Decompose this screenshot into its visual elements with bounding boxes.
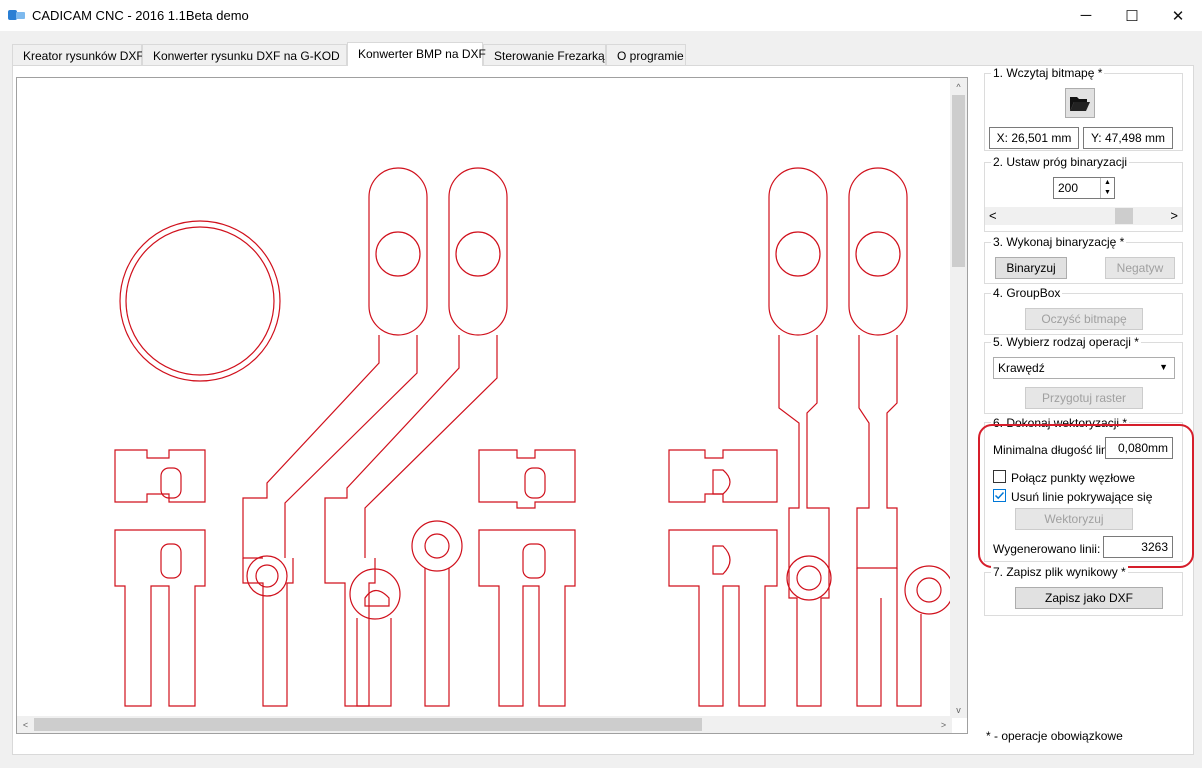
title-bar: CADICAM CNC - 2016 1.1Beta demo ─ ☐ ✕ — [0, 0, 1202, 31]
scroll-up-arrow-icon[interactable]: ^ — [950, 78, 967, 95]
folder-open-icon — [1070, 97, 1090, 111]
threshold-slider[interactable]: < > — [985, 207, 1182, 225]
group-load-bitmap: 1. Wczytaj bitmapę * X: 26,501 mm Y: 47,… — [984, 66, 1183, 151]
slider-right-arrow-icon[interactable]: > — [1170, 208, 1178, 223]
threshold-spinner[interactable]: 200 ▲ ▼ — [1053, 177, 1115, 199]
group-title-step4: 4. GroupBox — [991, 286, 1063, 300]
vertical-scrollbar[interactable]: ^ v — [950, 78, 967, 718]
prepare-raster-button[interactable]: Przygotuj raster — [1025, 387, 1143, 409]
slider-thumb[interactable] — [1115, 208, 1133, 224]
vertical-scroll-thumb[interactable] — [952, 95, 965, 267]
horizontal-scrollbar[interactable]: < > — [17, 716, 952, 733]
group-groupbox: 4. GroupBox Oczyść bitmapę — [984, 286, 1183, 335]
x-coordinate-field: X: 26,501 mm — [989, 127, 1079, 149]
tab-bmp-to-dxf[interactable]: Konwerter BMP na DXF — [347, 42, 486, 66]
tab-dxf-creator[interactable]: Kreator rysunków DXF — [12, 44, 144, 66]
group-title-step7: 7. Zapisz plik wynikowy * — [991, 565, 1128, 579]
spinner-arrows-icon[interactable]: ▲ ▼ — [1100, 178, 1114, 198]
close-button[interactable]: ✕ — [1155, 0, 1201, 31]
minimize-button[interactable]: ─ — [1063, 0, 1109, 31]
threshold-value: 200 — [1058, 181, 1079, 195]
window-title: CADICAM CNC - 2016 1.1Beta demo — [32, 8, 249, 23]
scroll-left-arrow-icon[interactable]: < — [17, 716, 34, 733]
binarize-button[interactable]: Binaryzuj — [995, 257, 1067, 279]
operation-selected-value: Krawędź — [998, 361, 1045, 375]
slider-left-arrow-icon[interactable]: < — [989, 208, 997, 223]
cadicam-logo-icon — [8, 10, 25, 20]
group-operation: 5. Wybierz rodzaj operacji * Krawędź ▼ P… — [984, 335, 1183, 414]
group-title-step5: 5. Wybierz rodzaj operacji * — [991, 335, 1141, 349]
tab-machine-control[interactable]: Sterowanie Frezarką — [483, 44, 606, 66]
group-save: 7. Zapisz plik wynikowy * Zapisz jako DX… — [984, 565, 1183, 616]
group-title-step3: 3. Wykonaj binaryzację * — [991, 235, 1127, 249]
y-coordinate-field: Y: 47,498 mm — [1083, 127, 1173, 149]
scroll-down-arrow-icon[interactable]: v — [950, 701, 967, 718]
tab-about[interactable]: O programie — [606, 44, 686, 66]
group-threshold: 2. Ustaw próg binaryzacji 200 ▲ ▼ < > — [984, 155, 1183, 232]
group-binarize: 3. Wykonaj binaryzację * Binaryzuj Negat… — [984, 235, 1183, 284]
group-title-step2: 2. Ustaw próg binaryzacji — [991, 155, 1130, 169]
group-title-step1: 1. Wczytaj bitmapę * — [991, 66, 1105, 80]
clear-bitmap-button[interactable]: Oczyść bitmapę — [1025, 308, 1143, 330]
tab-dxf-to-gcode[interactable]: Konwerter rysunku DXF na G-KOD — [142, 44, 347, 66]
chevron-down-icon[interactable]: ▼ — [1159, 362, 1168, 372]
drawing-canvas[interactable]: ^ v < > — [16, 77, 968, 734]
maximize-button[interactable]: ☐ — [1109, 0, 1155, 31]
red-highlight-annotation — [978, 424, 1194, 568]
horizontal-scroll-thumb[interactable] — [34, 718, 702, 731]
operation-select[interactable]: Krawędź ▼ — [993, 357, 1175, 379]
pcb-vector-drawing — [114, 167, 952, 707]
open-bitmap-button[interactable] — [1065, 88, 1095, 118]
scroll-right-arrow-icon[interactable]: > — [935, 716, 952, 733]
negative-button[interactable]: Negatyw — [1105, 257, 1175, 279]
save-dxf-button[interactable]: Zapisz jako DXF — [1015, 587, 1163, 609]
mandatory-footnote: * - operacje obowiązkowe — [986, 729, 1123, 743]
